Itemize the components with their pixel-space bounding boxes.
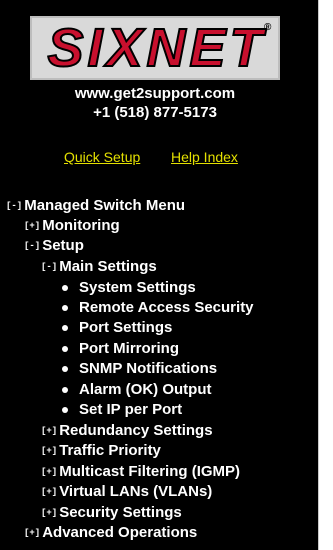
menu-link-snmp-notifications[interactable]: SNMP Notifications bbox=[62, 359, 217, 379]
expand-toggle[interactable]: [+] bbox=[41, 441, 57, 461]
sixnet-logo: SIXNET ® bbox=[30, 16, 280, 80]
tree-item-label[interactable]: Virtual LANs (VLANs) bbox=[59, 482, 212, 502]
expand-toggle[interactable]: [+] bbox=[41, 462, 57, 482]
tree-item-label[interactable]: Advanced Operations bbox=[42, 523, 197, 543]
menu-link-remote-access-security[interactable]: Remote Access Security bbox=[62, 298, 254, 318]
bullet-icon bbox=[62, 407, 68, 413]
switch-menu-frame: SIXNET ® www.get2support.com +1 (518) 87… bbox=[0, 0, 333, 550]
bullet-icon bbox=[62, 387, 68, 393]
tree-item-setup[interactable]: [-] Setup bbox=[24, 236, 84, 256]
bullet-icon bbox=[62, 285, 68, 291]
bullet-icon bbox=[62, 346, 68, 352]
menu-link-label[interactable]: Set IP per Port bbox=[79, 400, 182, 420]
tree-item-multicast-filtering[interactable]: [+] Multicast Filtering (IGMP) bbox=[41, 462, 240, 482]
tree-item-label[interactable]: Redundancy Settings bbox=[59, 421, 212, 441]
logo-text: SIXNET bbox=[46, 17, 267, 79]
menu-link-set-ip-per-port[interactable]: Set IP per Port bbox=[62, 400, 182, 420]
registered-mark: ® bbox=[264, 22, 272, 33]
tree-item-virtual-lans[interactable]: [+] Virtual LANs (VLANs) bbox=[41, 482, 212, 502]
tree-item-main-settings[interactable]: [-] Main Settings bbox=[41, 257, 157, 277]
menu-link-label[interactable]: Port Mirroring bbox=[79, 339, 179, 359]
support-url: www.get2support.com bbox=[74, 85, 236, 102]
menu-link-label[interactable]: SNMP Notifications bbox=[79, 359, 217, 379]
help-index-link[interactable]: Help Index bbox=[171, 149, 238, 165]
menu-link-label[interactable]: Alarm (OK) Output bbox=[79, 380, 212, 400]
tree-item-label[interactable]: Multicast Filtering (IGMP) bbox=[59, 462, 240, 482]
support-phone: +1 (518) 877-5173 bbox=[93, 104, 217, 121]
tree-item-label[interactable]: Main Settings bbox=[59, 257, 157, 277]
menu-link-port-mirroring[interactable]: Port Mirroring bbox=[62, 339, 179, 359]
expand-toggle[interactable]: [+] bbox=[24, 216, 40, 236]
expand-toggle[interactable]: [+] bbox=[41, 482, 57, 502]
menu-link-system-settings[interactable]: System Settings bbox=[62, 278, 196, 298]
tree-item-label[interactable]: Traffic Priority bbox=[59, 441, 161, 461]
quick-setup-link[interactable]: Quick Setup bbox=[64, 149, 140, 165]
menu-link-port-settings[interactable]: Port Settings bbox=[62, 318, 172, 338]
expand-toggle[interactable]: [+] bbox=[41, 503, 57, 523]
tree-item-advanced-operations[interactable]: [+] Advanced Operations bbox=[24, 523, 197, 543]
tree-item-redundancy-settings[interactable]: [+] Redundancy Settings bbox=[41, 421, 213, 441]
tree-item-label[interactable]: Monitoring bbox=[42, 216, 119, 236]
tree-item-label[interactable]: Setup bbox=[42, 236, 84, 256]
collapse-toggle[interactable]: [-] bbox=[24, 236, 40, 256]
tree-item-traffic-priority[interactable]: [+] Traffic Priority bbox=[41, 441, 161, 461]
expand-toggle[interactable]: [+] bbox=[41, 421, 57, 441]
bullet-icon bbox=[62, 325, 68, 331]
bullet-icon bbox=[62, 366, 68, 372]
menu-link-label[interactable]: Remote Access Security bbox=[79, 298, 254, 318]
tree-item-security-settings[interactable]: [+] Security Settings bbox=[41, 503, 182, 523]
expand-toggle[interactable]: [+] bbox=[24, 523, 40, 543]
tree-item-label[interactable]: Managed Switch Menu bbox=[24, 196, 185, 216]
tree-item-monitoring[interactable]: [+] Monitoring bbox=[24, 216, 120, 236]
menu-link-alarm-output[interactable]: Alarm (OK) Output bbox=[62, 380, 212, 400]
menu-link-label[interactable]: Port Settings bbox=[79, 318, 172, 338]
tree-item-label[interactable]: Security Settings bbox=[59, 503, 182, 523]
collapse-toggle[interactable]: [-] bbox=[41, 257, 57, 277]
menu-link-label[interactable]: System Settings bbox=[79, 278, 196, 298]
collapse-toggle[interactable]: [-] bbox=[6, 196, 22, 216]
tree-item-managed-switch-menu[interactable]: [-] Managed Switch Menu bbox=[6, 196, 185, 216]
bullet-icon bbox=[62, 305, 68, 311]
vertical-scrollbar[interactable] bbox=[318, 0, 333, 550]
